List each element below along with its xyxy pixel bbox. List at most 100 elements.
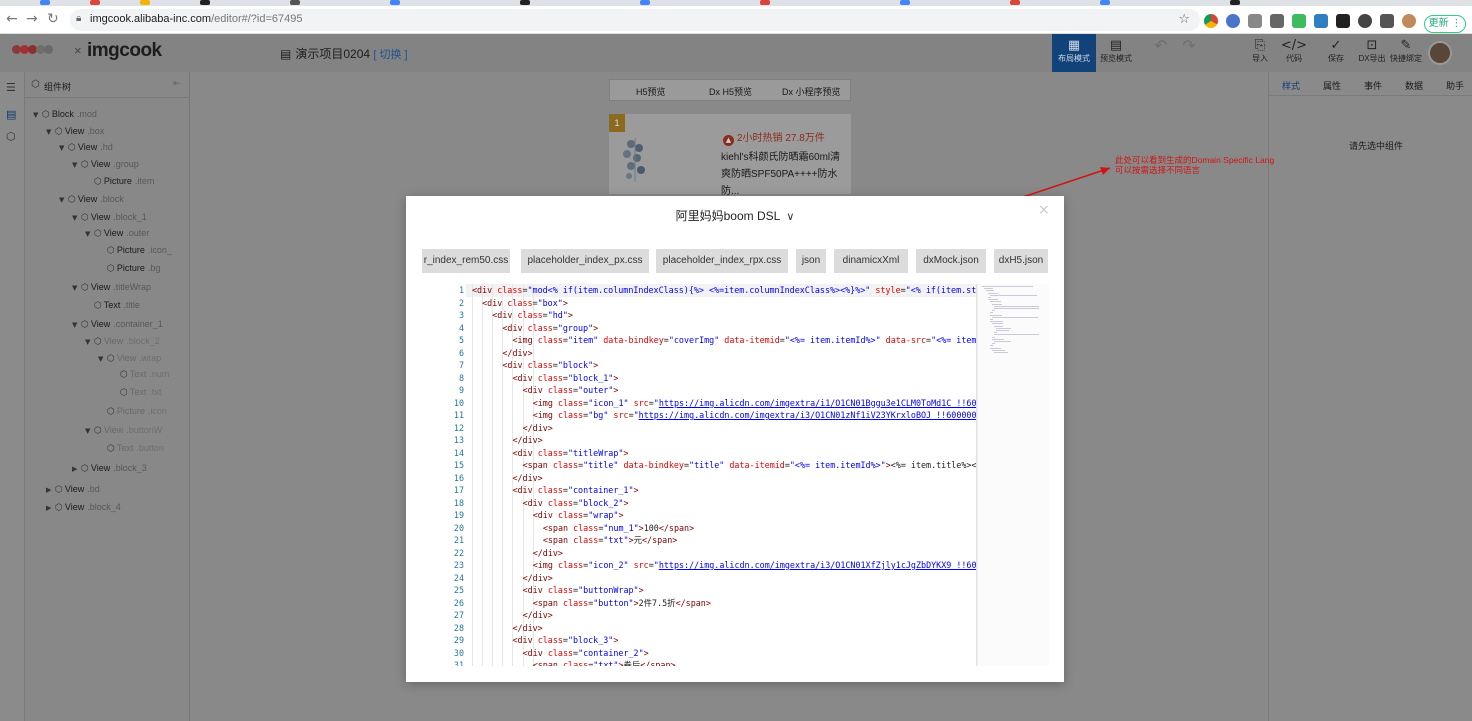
browser-tab[interactable] — [90, 0, 100, 5]
browser-tab[interactable] — [640, 0, 650, 5]
tree-node[interactable]: ⬡ Text .num — [111, 366, 169, 383]
component-icon[interactable]: ⬡ — [6, 130, 16, 143]
layout-mode-button[interactable]: ▦ 布局模式 — [1052, 34, 1096, 72]
tab-dx-miniapp-preview[interactable]: Dx 小程序预览 — [782, 85, 841, 98]
dsl-selector[interactable]: 阿里妈妈boom DSL ∨ — [406, 207, 1064, 224]
extension-icon[interactable] — [1314, 14, 1328, 28]
reload-icon[interactable]: ↻ — [47, 11, 59, 27]
browser-tab[interactable] — [200, 0, 210, 5]
profile-avatar[interactable] — [1402, 14, 1416, 28]
quick-bind-button[interactable]: ✎ 快捷绑定 — [1384, 34, 1428, 72]
file-tab[interactable]: r_index_rem50.css — [422, 249, 510, 273]
tree-node[interactable]: ▼ ⬡ View .block_1 — [72, 209, 147, 226]
caret-down-icon[interactable]: ▼ — [46, 124, 55, 141]
caret-down-icon[interactable]: ▼ — [72, 317, 81, 334]
tab-events[interactable]: 事件 — [1364, 79, 1382, 92]
component-tree-icon[interactable]: ▤ — [6, 108, 16, 121]
browser-tab[interactable] — [390, 0, 400, 5]
caret-down-icon[interactable]: ▼ — [85, 226, 94, 243]
file-tab[interactable]: dinamicxXml — [834, 249, 908, 273]
code-area[interactable]: <div class="mod<% if(item.columnIndexCla… — [466, 284, 976, 666]
file-tab[interactable]: placeholder_index_rpx.css — [656, 249, 788, 273]
user-avatar[interactable] — [1428, 41, 1452, 65]
browser-tab[interactable] — [760, 0, 770, 5]
browser-tab[interactable] — [520, 0, 530, 5]
tree-node[interactable]: ⬡ Text .button — [98, 440, 164, 457]
tree-node[interactable]: ⬡ Picture .icon_ — [98, 242, 172, 259]
extension-icon[interactable] — [1270, 14, 1284, 28]
tree-node[interactable]: ▼ ⬡ View .wrap — [98, 350, 161, 367]
caret-down-icon[interactable]: ▼ — [72, 157, 81, 174]
tree-node[interactable]: ▼ ⬡ View .group — [72, 156, 139, 173]
extension-icon[interactable] — [1226, 14, 1240, 28]
extension-icon[interactable] — [1358, 14, 1372, 28]
tree-node[interactable]: ⬡ Picture .bg — [98, 260, 160, 277]
tree-node[interactable]: ▼ ⬡ Block .mod — [33, 106, 97, 123]
browser-tab[interactable] — [140, 0, 150, 5]
extension-icon[interactable] — [1336, 14, 1350, 28]
caret-down-icon[interactable]: ▼ — [85, 334, 94, 351]
tree-node[interactable]: ▼ ⬡ View .box — [46, 123, 104, 140]
tree-node[interactable]: ▶ ⬡ View .bd — [46, 481, 100, 498]
tree-node[interactable]: ⬡ Text .title — [85, 297, 140, 314]
caret-down-icon[interactable]: ▼ — [33, 107, 42, 124]
caret-down-icon[interactable]: ▼ — [72, 280, 81, 297]
caret-right-icon[interactable]: ▶ — [46, 482, 55, 499]
redo-button[interactable]: ↷ — [1178, 34, 1200, 72]
caret-right-icon[interactable]: ▶ — [72, 461, 81, 478]
caret-down-icon[interactable]: ▼ — [59, 192, 68, 209]
file-tab[interactable]: json — [796, 249, 826, 273]
tab-assistant[interactable]: 助手 — [1446, 79, 1464, 92]
browser-tab[interactable] — [1010, 0, 1020, 5]
back-icon[interactable]: ← — [6, 11, 18, 27]
tree-node[interactable]: ▼ ⬡ View .block_2 — [85, 333, 160, 350]
browser-tab[interactable] — [900, 0, 910, 5]
collapse-icon[interactable]: ⇤ — [173, 79, 181, 89]
chevron-down-icon[interactable]: ∨ — [786, 210, 794, 223]
switch-project-link[interactable]: [ 切换 ] — [373, 49, 407, 61]
puzzle-icon[interactable] — [1380, 14, 1394, 28]
browser-tab[interactable] — [1100, 0, 1110, 5]
close-icon[interactable]: × — [1038, 202, 1050, 218]
tab-h5-preview[interactable]: H5预览 — [636, 85, 666, 98]
tree-node[interactable]: ▼ ⬡ View .titleWrap — [72, 279, 151, 296]
tree-node[interactable]: ▶ ⬡ View .block_3 — [72, 460, 147, 477]
caret-right-icon[interactable]: ▶ — [46, 500, 55, 517]
code-button[interactable]: </> 代码 — [1272, 34, 1316, 72]
caret-down-icon[interactable]: ▼ — [72, 210, 81, 227]
tree-node[interactable]: ▼ ⬡ View .buttonW — [85, 422, 162, 439]
tab-style[interactable]: 样式 — [1282, 79, 1300, 92]
extension-icon[interactable] — [1204, 14, 1218, 28]
tab-attributes[interactable]: 属性 — [1323, 79, 1341, 92]
file-tab[interactable]: placeholder_index_px.css — [521, 249, 649, 273]
file-tab[interactable]: dxH5.json — [994, 249, 1048, 273]
forward-icon[interactable]: → — [26, 11, 38, 27]
code-minimap[interactable] — [977, 284, 1049, 666]
tree-node[interactable]: ▼ ⬡ View .container_1 — [72, 316, 163, 333]
tree-node[interactable]: ▼ ⬡ View .hd — [59, 139, 113, 156]
tree-node[interactable]: ⬡ Picture .item — [85, 173, 154, 190]
file-tab[interactable]: dxMock.json — [916, 249, 986, 273]
caret-down-icon[interactable]: ▼ — [98, 351, 107, 368]
tab-data[interactable]: 数据 — [1405, 79, 1423, 92]
preview-product-card[interactable]: 1 ▲ 2小时热销 27.8万件 kiehl's科颜氏防晒霜60ml清爽防晒SPF… — [609, 114, 851, 197]
extension-icon[interactable] — [1292, 14, 1306, 28]
bookmark-star-icon[interactable]: ☆ — [1178, 12, 1190, 27]
tree-node[interactable]: ⬡ Text .txt — [111, 384, 161, 401]
code-editor[interactable]: 1 2 3 4 5 6 7 8 9 10 11 12 13 14 15 16 17 18 19 20 21 22 23 24 2… — [422, 284, 1049, 666]
tab-dx-h5-preview[interactable]: Dx H5预览 — [709, 85, 752, 98]
tree-node[interactable]: ▼ ⬡ View .outer — [85, 225, 149, 242]
tree-node[interactable]: ▼ ⬡ View .block — [59, 191, 124, 208]
caret-down-icon[interactable]: ▼ — [59, 140, 68, 157]
undo-button[interactable]: ↶ — [1150, 34, 1172, 72]
imgcook-logo[interactable]: × imgcook — [12, 40, 162, 61]
menu-icon[interactable]: ☰ — [6, 81, 16, 94]
preview-mode-button[interactable]: ▤ 预览模式 — [1094, 34, 1138, 72]
tree-node[interactable]: ▶ ⬡ View .block_4 — [46, 499, 121, 516]
extension-icon[interactable] — [1248, 14, 1262, 28]
caret-down-icon[interactable]: ▼ — [85, 423, 94, 440]
tree-node[interactable]: ⬡ Picture .icon — [98, 403, 167, 420]
browser-tab[interactable] — [40, 0, 50, 5]
address-bar[interactable]: 🔒︎ imgcook.alibaba-inc.com/editor#/?id=6… — [70, 9, 1200, 31]
update-button[interactable]: 更新 ⋮ — [1424, 15, 1466, 33]
